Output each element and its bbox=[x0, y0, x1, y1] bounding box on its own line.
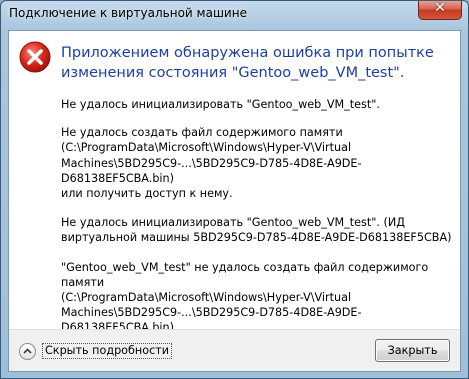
dialog-footer: Скрыть подробности Закрыть bbox=[9, 329, 460, 371]
window-title: Подключение к виртуальной машине bbox=[9, 6, 247, 20]
error-message: Не удалось создать файл содержимого памя… bbox=[61, 126, 362, 201]
error-message: Не удалось инициализировать "Gentoo_web_… bbox=[61, 216, 452, 245]
error-icon bbox=[19, 41, 51, 73]
main-instruction: Приложением обнаружена ошибка при попытк… bbox=[61, 45, 434, 81]
dialog-window: Подключение к виртуальной машине ✕ Прило… bbox=[0, 0, 469, 379]
title-bar[interactable]: Подключение к виртуальной машине ✕ bbox=[1, 1, 468, 29]
chevron-up-icon[interactable] bbox=[19, 342, 36, 360]
hide-details-toggle[interactable]: Скрыть подробности bbox=[19, 341, 173, 361]
window-close-button[interactable]: ✕ bbox=[418, 1, 462, 20]
details-label[interactable]: Скрыть подробности bbox=[42, 343, 173, 359]
dialog-content: Приложением обнаружена ошибка при попытк… bbox=[8, 30, 461, 372]
close-button[interactable]: Закрыть bbox=[375, 339, 450, 362]
error-message: Не удалось инициализировать "Gentoo_web_… bbox=[61, 98, 380, 111]
close-icon: ✕ bbox=[434, 0, 446, 16]
